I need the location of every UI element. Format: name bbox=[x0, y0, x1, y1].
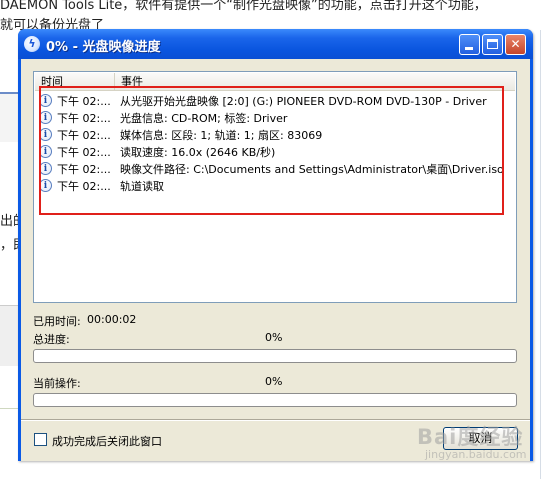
current-operation-percent: 0% bbox=[265, 375, 283, 388]
info-icon: i bbox=[39, 179, 52, 192]
event-list[interactable]: 时间 事件 i 下午 02:... 从光驱开始光盘映像 [2:0] (G:) P… bbox=[33, 71, 517, 303]
divider bbox=[21, 419, 530, 421]
page-divider bbox=[0, 408, 20, 409]
close-on-complete-label[interactable]: 成功完成后关闭此窗口 bbox=[52, 433, 162, 449]
close-icon: ✕ bbox=[510, 37, 521, 51]
list-item[interactable]: i 下午 02:... 媒体信息: 区段: 1; 轨道: 1; 扇区: 8306… bbox=[36, 127, 514, 144]
article-text-line: DAEMON Tools Lite，软件有提供一个“制作光盘映像”的功能，点击打… bbox=[0, 0, 487, 13]
maximize-button[interactable] bbox=[482, 34, 503, 55]
event-text: 光盘信息: CD-ROM; 标签: Driver bbox=[120, 112, 288, 125]
event-time: 下午 02:... bbox=[57, 129, 111, 142]
event-time: 下午 02:... bbox=[57, 112, 111, 125]
minimize-button[interactable] bbox=[459, 34, 480, 55]
image-progress-dialog: ϟ 0% - 光盘映像进度 ✕ 时间 事件 i 下午 02:... 从光驱开始光… bbox=[18, 29, 533, 461]
event-text: 读取速度: 16.0x (2646 KB/秒) bbox=[120, 146, 276, 159]
daemon-tools-lightning-icon: ϟ bbox=[24, 36, 40, 52]
info-icon: i bbox=[39, 111, 52, 124]
list-item[interactable]: i 下午 02:... 读取速度: 16.0x (2646 KB/秒) bbox=[36, 144, 514, 161]
column-header-time[interactable]: 时间 bbox=[35, 73, 115, 90]
maximize-icon bbox=[487, 39, 498, 49]
article-thumbnail bbox=[0, 92, 20, 142]
list-header: 时间 事件 bbox=[35, 73, 515, 91]
info-icon: i bbox=[39, 94, 52, 107]
list-item[interactable]: i 下午 02:... 轨道读取 bbox=[36, 178, 514, 195]
event-time: 下午 02:... bbox=[57, 146, 111, 159]
window-title: 0% - 光盘映像进度 bbox=[46, 40, 161, 55]
minimize-icon bbox=[465, 47, 473, 50]
event-time: 下午 02:... bbox=[57, 180, 111, 193]
list-item[interactable]: i 下午 02:... 映像文件路径: C:\Documents and Set… bbox=[36, 161, 514, 178]
close-button[interactable]: ✕ bbox=[505, 34, 526, 55]
elapsed-time-label: 已用时间: bbox=[33, 315, 81, 328]
event-text: 映像文件路径: C:\Documents and Settings\Admini… bbox=[120, 163, 504, 176]
info-icon: i bbox=[39, 162, 52, 175]
article-thumbnail bbox=[0, 305, 20, 366]
page-divider bbox=[540, 30, 541, 479]
current-operation-label: 当前操作: bbox=[33, 377, 81, 390]
event-text: 媒体信息: 区段: 1; 轨道: 1; 扇区: 83069 bbox=[120, 129, 323, 142]
total-progress-label: 总进度: bbox=[33, 333, 70, 346]
close-on-complete-checkbox[interactable] bbox=[34, 433, 47, 446]
info-icon: i bbox=[39, 145, 52, 158]
list-item[interactable]: i 下午 02:... 光盘信息: CD-ROM; 标签: Driver bbox=[36, 110, 514, 127]
current-operation-progress-bar bbox=[33, 393, 517, 407]
column-header-event[interactable]: 事件 bbox=[115, 73, 515, 90]
title-bar[interactable]: ϟ 0% - 光盘映像进度 ✕ bbox=[18, 29, 533, 59]
event-text: 轨道读取 bbox=[120, 180, 164, 193]
total-progress-bar bbox=[33, 349, 517, 363]
event-time: 下午 02:... bbox=[57, 163, 111, 176]
elapsed-time-value: 00:00:02 bbox=[87, 313, 137, 326]
event-time: 下午 02:... bbox=[57, 95, 111, 108]
total-progress-percent: 0% bbox=[265, 331, 283, 344]
event-text: 从光驱开始光盘映像 [2:0] (G:) PIONEER DVD-ROM DVD… bbox=[120, 95, 487, 108]
info-icon: i bbox=[39, 128, 52, 141]
list-item[interactable]: i 下午 02:... 从光驱开始光盘映像 [2:0] (G:) PIONEER… bbox=[36, 93, 514, 110]
dialog-body: 时间 事件 i 下午 02:... 从光驱开始光盘映像 [2:0] (G:) P… bbox=[21, 59, 530, 461]
event-rows: i 下午 02:... 从光驱开始光盘映像 [2:0] (G:) PIONEER… bbox=[36, 93, 514, 195]
cancel-button[interactable]: 取消 bbox=[443, 427, 518, 450]
